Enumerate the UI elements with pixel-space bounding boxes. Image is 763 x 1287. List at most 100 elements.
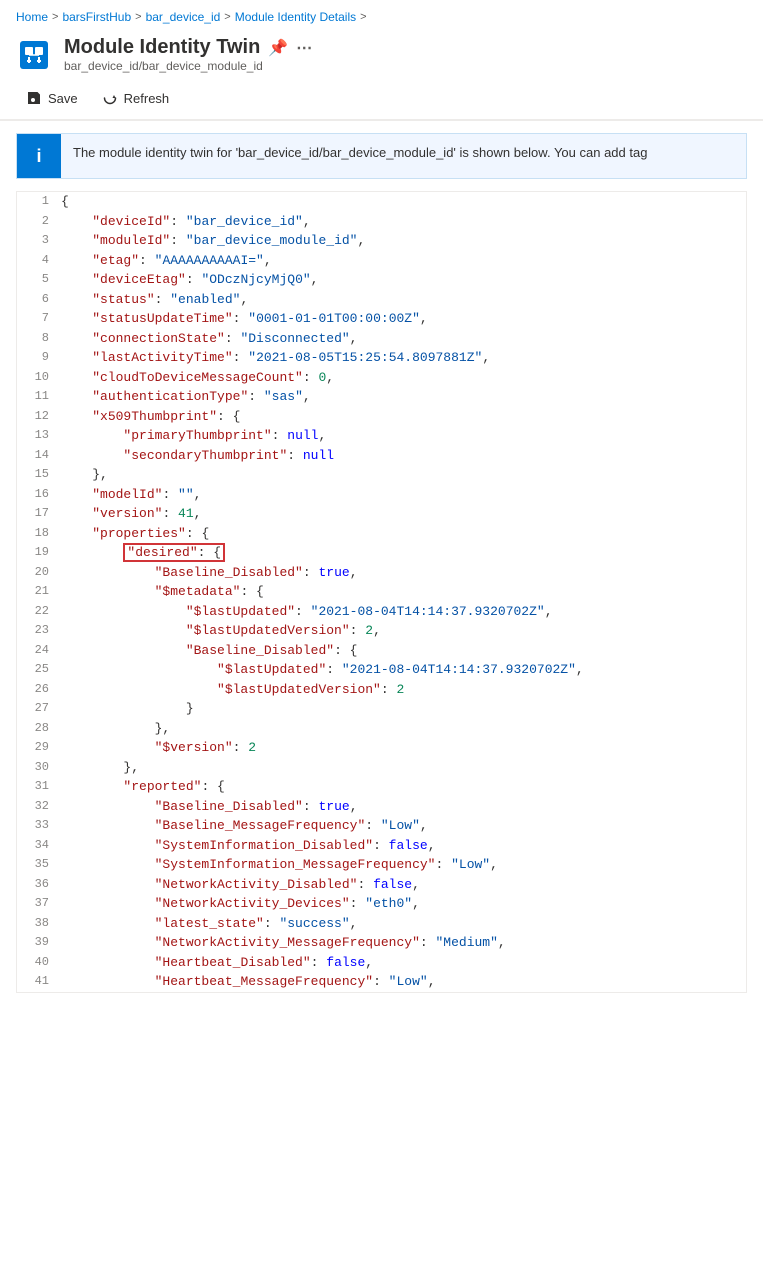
code-line-30: 30 }, — [17, 758, 746, 778]
code-line-33: 33 "Baseline_MessageFrequency": "Low", — [17, 816, 746, 836]
code-line-14: 14 "secondaryThumbprint": null — [17, 446, 746, 466]
toolbar-divider — [0, 120, 763, 121]
code-line-39: 39 "NetworkActivity_MessageFrequency": "… — [17, 933, 746, 953]
breadcrumb-sep-1: > — [52, 11, 58, 23]
breadcrumb-sep-3: > — [224, 11, 230, 23]
breadcrumb: Home > barsFirstHub > bar_device_id > Mo… — [0, 0, 763, 30]
refresh-button[interactable]: Refresh — [92, 85, 180, 111]
line-content: }, — [57, 719, 746, 739]
code-line-40: 40 "Heartbeat_Disabled": false, — [17, 953, 746, 973]
line-content: "lastActivityTime": "2021-08-05T15:25:54… — [57, 348, 746, 368]
line-number: 2 — [17, 212, 57, 230]
line-content: "Baseline_Disabled": true, — [57, 797, 746, 817]
line-number: 40 — [17, 953, 57, 971]
line-number: 15 — [17, 465, 57, 483]
line-number: 36 — [17, 875, 57, 893]
code-line-9: 9 "lastActivityTime": "2021-08-05T15:25:… — [17, 348, 746, 368]
line-content: } — [57, 699, 746, 719]
code-line-3: 3 "moduleId": "bar_device_module_id", — [17, 231, 746, 251]
line-number: 30 — [17, 758, 57, 776]
breadcrumb-home[interactable]: Home — [16, 10, 48, 24]
page-title-group: Module Identity Twin 📌 ⋯ bar_device_id/b… — [64, 36, 312, 73]
code-line-37: 37 "NetworkActivity_Devices": "eth0", — [17, 894, 746, 914]
code-line-4: 4 "etag": "AAAAAAAAAAI=", — [17, 251, 746, 271]
line-content: "deviceEtag": "ODczNjcyMjQ0", — [57, 270, 746, 290]
line-number: 4 — [17, 251, 57, 269]
code-line-38: 38 "latest_state": "success", — [17, 914, 746, 934]
line-content: "Baseline_MessageFrequency": "Low", — [57, 816, 746, 836]
code-line-10: 10 "cloudToDeviceMessageCount": 0, — [17, 368, 746, 388]
line-content: "secondaryThumbprint": null — [57, 446, 746, 466]
code-line-7: 7 "statusUpdateTime": "0001-01-01T00:00:… — [17, 309, 746, 329]
page-subtitle: bar_device_id/bar_device_module_id — [64, 59, 312, 73]
code-line-8: 8 "connectionState": "Disconnected", — [17, 329, 746, 349]
code-line-32: 32 "Baseline_Disabled": true, — [17, 797, 746, 817]
line-number: 32 — [17, 797, 57, 815]
more-options-icon[interactable]: ⋯ — [296, 38, 312, 58]
line-content: "Baseline_Disabled": { — [57, 641, 746, 661]
line-number: 10 — [17, 368, 57, 386]
line-number: 8 — [17, 329, 57, 347]
line-number: 18 — [17, 524, 57, 542]
line-number: 3 — [17, 231, 57, 249]
line-number: 26 — [17, 680, 57, 698]
line-number: 29 — [17, 738, 57, 756]
line-number: 33 — [17, 816, 57, 834]
line-content: "NetworkActivity_Devices": "eth0", — [57, 894, 746, 914]
code-line-41: 41 "Heartbeat_MessageFrequency": "Low", — [17, 972, 746, 992]
breadcrumb-hub[interactable]: barsFirstHub — [62, 10, 131, 24]
line-number: 17 — [17, 504, 57, 522]
module-twin-icon — [16, 37, 52, 73]
code-line-2: 2 "deviceId": "bar_device_id", — [17, 212, 746, 232]
info-banner-text: The module identity twin for 'bar_device… — [61, 134, 659, 172]
page-title: Module Identity Twin 📌 ⋯ — [64, 36, 312, 59]
code-line-5: 5 "deviceEtag": "ODczNjcyMjQ0", — [17, 270, 746, 290]
line-number: 28 — [17, 719, 57, 737]
line-content: "moduleId": "bar_device_module_id", — [57, 231, 746, 251]
line-number: 31 — [17, 777, 57, 795]
line-content: "deviceId": "bar_device_id", — [57, 212, 746, 232]
line-content: "x509Thumbprint": { — [57, 407, 746, 427]
line-content: "primaryThumbprint": null, — [57, 426, 746, 446]
code-line-21: 21 "$metadata": { — [17, 582, 746, 602]
line-number: 5 — [17, 270, 57, 288]
line-number: 1 — [17, 192, 57, 210]
line-content: "desired": { — [57, 543, 746, 563]
line-content: "Baseline_Disabled": true, — [57, 563, 746, 583]
line-number: 23 — [17, 621, 57, 639]
line-number: 20 — [17, 563, 57, 581]
save-button[interactable]: Save — [16, 85, 88, 111]
code-line-24: 24 "Baseline_Disabled": { — [17, 641, 746, 661]
line-number: 38 — [17, 914, 57, 932]
code-line-12: 12 "x509Thumbprint": { — [17, 407, 746, 427]
line-content: "status": "enabled", — [57, 290, 746, 310]
line-number: 25 — [17, 660, 57, 678]
code-line-18: 18 "properties": { — [17, 524, 746, 544]
line-number: 11 — [17, 387, 57, 405]
line-content: "properties": { — [57, 524, 746, 544]
code-line-34: 34 "SystemInformation_Disabled": false, — [17, 836, 746, 856]
code-line-23: 23 "$lastUpdatedVersion": 2, — [17, 621, 746, 641]
code-line-22: 22 "$lastUpdated": "2021-08-04T14:14:37.… — [17, 602, 746, 622]
code-line-26: 26 "$lastUpdatedVersion": 2 — [17, 680, 746, 700]
line-number: 9 — [17, 348, 57, 366]
line-number: 14 — [17, 446, 57, 464]
info-icon: i — [17, 134, 61, 178]
breadcrumb-sep-2: > — [135, 11, 141, 23]
breadcrumb-device[interactable]: bar_device_id — [146, 10, 221, 24]
breadcrumb-module-identity[interactable]: Module Identity Details — [235, 10, 356, 24]
line-content: "cloudToDeviceMessageCount": 0, — [57, 368, 746, 388]
line-number: 7 — [17, 309, 57, 327]
code-line-35: 35 "SystemInformation_MessageFrequency":… — [17, 855, 746, 875]
code-line-11: 11 "authenticationType": "sas", — [17, 387, 746, 407]
breadcrumb-sep-4: > — [360, 11, 366, 23]
line-number: 12 — [17, 407, 57, 425]
line-number: 6 — [17, 290, 57, 308]
code-line-25: 25 "$lastUpdated": "2021-08-04T14:14:37.… — [17, 660, 746, 680]
line-number: 19 — [17, 543, 57, 561]
pin-icon[interactable]: 📌 — [268, 38, 288, 58]
line-content: "authenticationType": "sas", — [57, 387, 746, 407]
line-number: 39 — [17, 933, 57, 951]
code-line-27: 27 } — [17, 699, 746, 719]
line-content: "reported": { — [57, 777, 746, 797]
